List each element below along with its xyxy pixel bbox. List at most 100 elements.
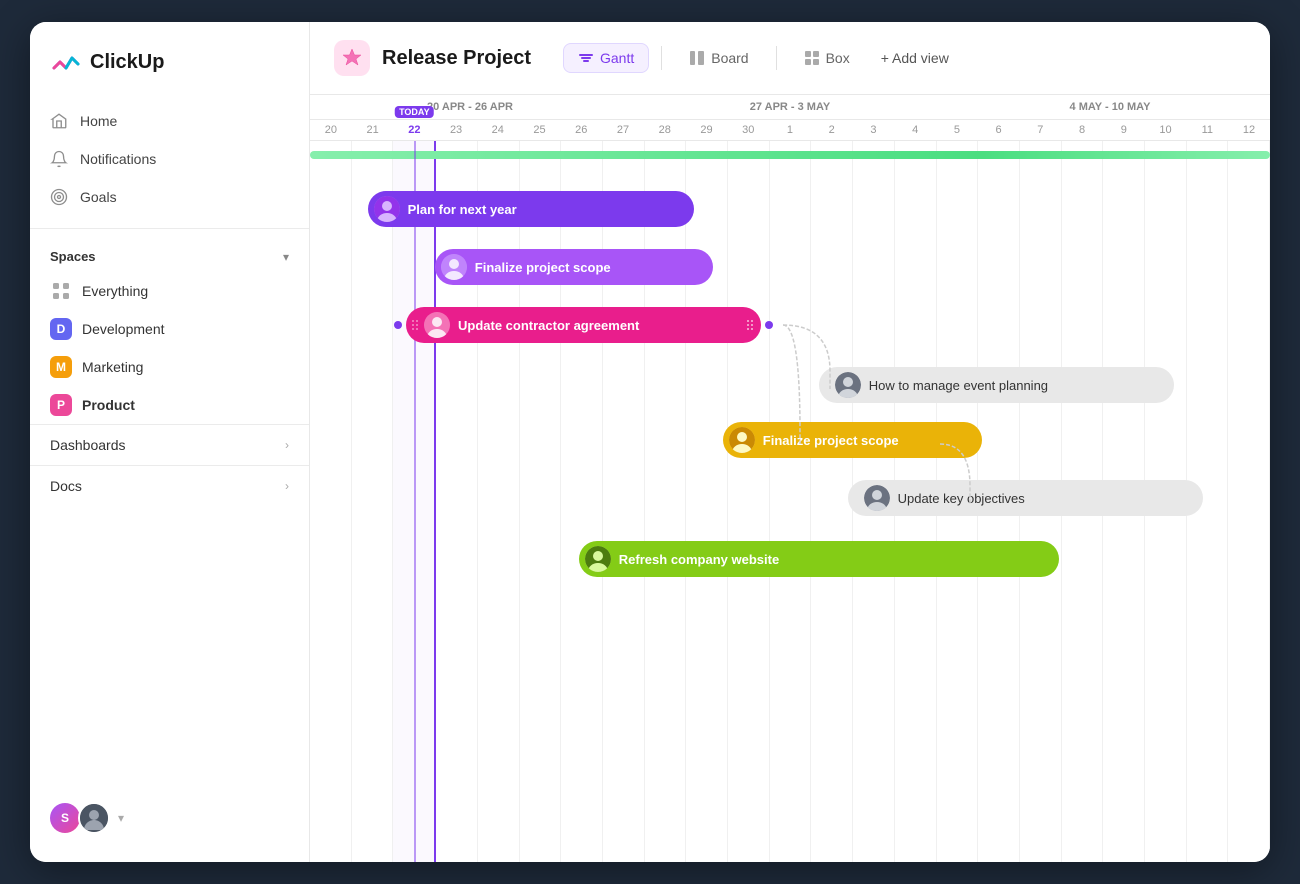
date-cell-28: 28 bbox=[644, 120, 686, 140]
tab-gantt-label: Gantt bbox=[600, 50, 634, 66]
target-icon bbox=[50, 188, 68, 206]
sidebar-item-development[interactable]: D Development bbox=[30, 310, 309, 348]
date-range-3: 4 MAY - 10 MAY bbox=[950, 95, 1270, 119]
grip-icon bbox=[412, 320, 418, 330]
clickup-logo-icon bbox=[50, 46, 82, 78]
date-cells: 202122TODAY23242526272829301234567891011… bbox=[310, 120, 1270, 140]
task-label-2: Finalize project scope bbox=[475, 260, 611, 275]
board-icon bbox=[689, 50, 705, 66]
date-cell-27: 27 bbox=[602, 120, 644, 140]
project-icon-wrap bbox=[334, 40, 370, 76]
home-icon bbox=[50, 112, 68, 130]
date-cell-6: 6 bbox=[978, 120, 1020, 140]
date-cell-4: 4 bbox=[894, 120, 936, 140]
add-view-label: + Add view bbox=[881, 50, 949, 66]
date-cell-7: 7 bbox=[1019, 120, 1061, 140]
task-avatar-6 bbox=[864, 485, 890, 511]
date-cell-8: 8 bbox=[1061, 120, 1103, 140]
development-label: Development bbox=[82, 321, 165, 337]
date-cell-9: 9 bbox=[1103, 120, 1145, 140]
date-range-2: 27 APR - 3 MAY bbox=[630, 95, 950, 119]
date-cell-21: 21 bbox=[352, 120, 394, 140]
nav-goals[interactable]: Goals bbox=[30, 178, 309, 216]
tab-board[interactable]: Board bbox=[674, 43, 763, 73]
date-cell-26: 26 bbox=[560, 120, 602, 140]
progress-bar bbox=[310, 151, 1270, 159]
task-label-4: How to manage event planning bbox=[869, 378, 1048, 393]
bell-icon bbox=[50, 150, 68, 168]
task-label-1: Plan for next year bbox=[408, 202, 517, 217]
date-cell-20: 20 bbox=[310, 120, 352, 140]
date-cell-2: 2 bbox=[811, 120, 853, 140]
box-icon bbox=[804, 50, 820, 66]
task-contractor-agreement[interactable]: Update contractor agreement bbox=[406, 307, 761, 343]
nav-goals-label: Goals bbox=[80, 189, 117, 205]
avatar-s: S bbox=[50, 803, 80, 833]
gantt-body: Plan for next year Finalize project scop… bbox=[310, 141, 1270, 862]
marketing-label: Marketing bbox=[82, 359, 143, 375]
task-avatar-7 bbox=[585, 546, 611, 572]
task-finalize-scope-1[interactable]: Finalize project scope bbox=[435, 249, 713, 285]
divider bbox=[30, 228, 309, 229]
topbar: Release Project Gantt Board bbox=[310, 22, 1270, 95]
spaces-label: Spaces bbox=[50, 249, 96, 264]
tab-box-label: Box bbox=[826, 50, 850, 66]
task-label-3: Update contractor agreement bbox=[458, 318, 639, 333]
date-cell-10: 10 bbox=[1145, 120, 1187, 140]
project-title: Release Project bbox=[382, 47, 531, 70]
everything-icon bbox=[50, 280, 72, 302]
sidebar-item-product[interactable]: P Product bbox=[30, 386, 309, 424]
marketing-badge: M bbox=[50, 356, 72, 378]
app-name: ClickUp bbox=[90, 51, 164, 74]
date-cell-11: 11 bbox=[1186, 120, 1228, 140]
product-label: Product bbox=[82, 397, 135, 413]
docs-label: Docs bbox=[50, 478, 82, 494]
view-tabs: Gantt Board bbox=[563, 43, 961, 73]
task-label-5: Finalize project scope bbox=[763, 433, 899, 448]
gantt-wrapper: 20 APR - 26 APR 27 APR - 3 MAY 4 MAY - 1… bbox=[310, 95, 1270, 862]
chevron-right-icon: › bbox=[285, 438, 289, 452]
sidebar-footer: S ▾ bbox=[30, 790, 309, 846]
sidebar-item-marketing[interactable]: M Marketing bbox=[30, 348, 309, 386]
progress-bar-container bbox=[310, 151, 1270, 159]
date-cell-23: 23 bbox=[435, 120, 477, 140]
date-cell-1: 1 bbox=[769, 120, 811, 140]
task-refresh-website[interactable]: Refresh company website bbox=[579, 541, 1059, 577]
date-cell-3: 3 bbox=[853, 120, 895, 140]
task-label-6: Update key objectives bbox=[898, 491, 1025, 506]
task-avatar-4 bbox=[835, 372, 861, 398]
gantt-header: 20 APR - 26 APR 27 APR - 3 MAY 4 MAY - 1… bbox=[310, 95, 1270, 141]
tab-separator-2 bbox=[776, 46, 777, 70]
task-event-planning[interactable]: How to manage event planning bbox=[819, 367, 1174, 403]
nav-notifications[interactable]: Notifications bbox=[30, 140, 309, 178]
date-range-1: 20 APR - 26 APR bbox=[310, 95, 630, 119]
sidebar-item-everything[interactable]: Everything bbox=[30, 272, 309, 310]
logo-area: ClickUp bbox=[30, 46, 309, 102]
gantt-tasks: Plan for next year Finalize project scop… bbox=[310, 171, 1270, 862]
user-dropdown-arrow[interactable]: ▾ bbox=[118, 811, 124, 825]
project-icon bbox=[341, 47, 363, 69]
date-ranges: 20 APR - 26 APR 27 APR - 3 MAY 4 MAY - 1… bbox=[310, 95, 1270, 120]
chevron-right-icon-docs: › bbox=[285, 479, 289, 493]
gantt-icon bbox=[578, 50, 594, 66]
sidebar-item-dashboards[interactable]: Dashboards › bbox=[30, 424, 309, 465]
date-cell-12: 12 bbox=[1228, 120, 1270, 140]
tab-box[interactable]: Box bbox=[789, 43, 865, 73]
task-avatar-5 bbox=[729, 427, 755, 453]
spaces-header[interactable]: Spaces ▾ bbox=[30, 241, 309, 272]
date-cell-29: 29 bbox=[686, 120, 728, 140]
task-avatar-3 bbox=[424, 312, 450, 338]
sidebar-item-docs[interactable]: Docs › bbox=[30, 465, 309, 506]
tab-gantt[interactable]: Gantt bbox=[563, 43, 649, 73]
task-plan-next-year[interactable]: Plan for next year bbox=[368, 191, 694, 227]
date-cell-24: 24 bbox=[477, 120, 519, 140]
everything-label: Everything bbox=[82, 283, 148, 299]
tab-separator-1 bbox=[661, 46, 662, 70]
task-label-7: Refresh company website bbox=[619, 552, 779, 567]
nav-home[interactable]: Home bbox=[30, 102, 309, 140]
task-update-objectives[interactable]: Update key objectives bbox=[848, 480, 1203, 516]
task-finalize-scope-2[interactable]: Finalize project scope bbox=[723, 422, 982, 458]
date-cell-5: 5 bbox=[936, 120, 978, 140]
add-view-button[interactable]: + Add view bbox=[869, 44, 961, 72]
dashboards-label: Dashboards bbox=[50, 437, 126, 453]
